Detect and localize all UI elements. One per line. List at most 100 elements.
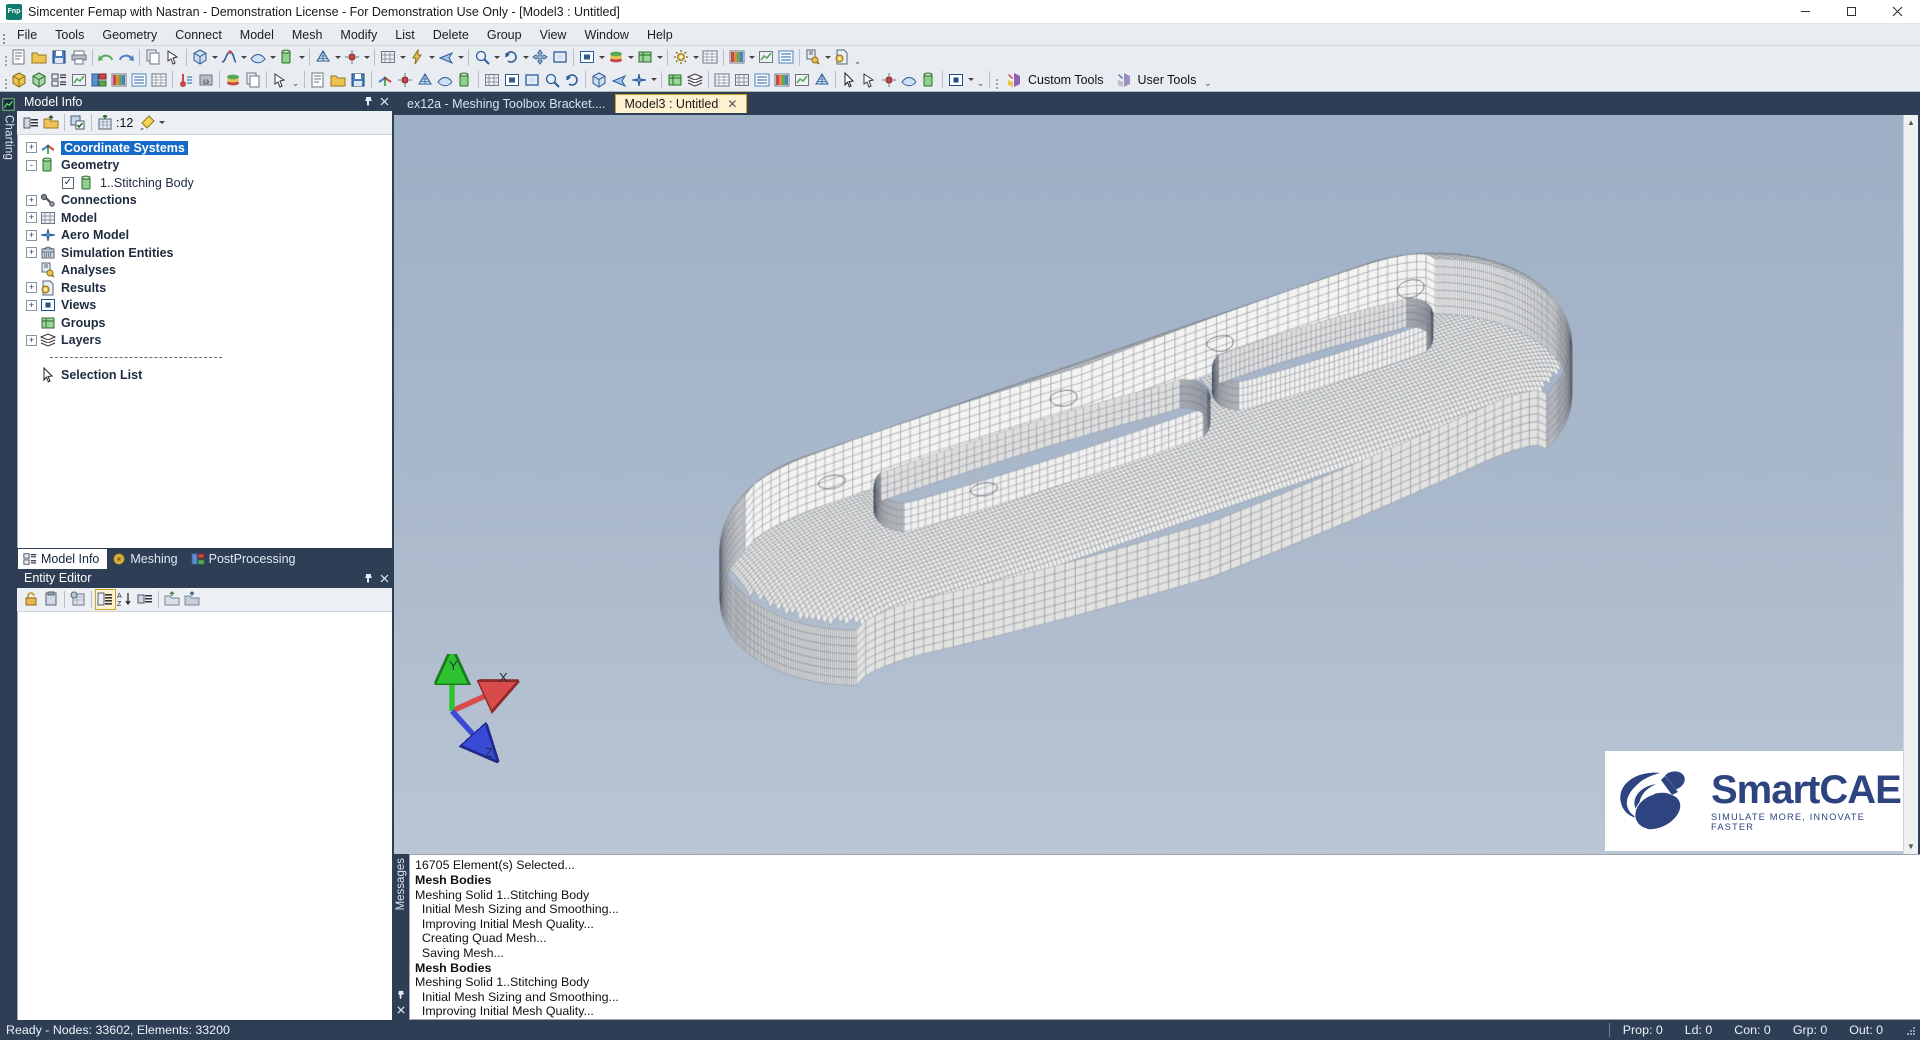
- dock-tab-model-info[interactable]: Model Info: [18, 548, 108, 569]
- tree-item-coordinate-systems[interactable]: + Coordinate Systems: [18, 139, 392, 157]
- model-grid-button[interactable]: [379, 48, 398, 67]
- pan-button[interactable]: [531, 48, 550, 67]
- surface-display-button[interactable]: [436, 70, 455, 89]
- menu-mesh[interactable]: Mesh: [283, 24, 332, 46]
- solid-button[interactable]: [278, 48, 297, 67]
- expand-icon[interactable]: +: [26, 142, 37, 154]
- maximize-button[interactable]: [1828, 0, 1874, 24]
- contour-button[interactable]: [728, 48, 747, 67]
- zoom-dropdown[interactable]: [492, 48, 501, 67]
- entity-count-button[interactable]: [96, 113, 115, 132]
- pin-button[interactable]: [396, 990, 406, 1003]
- options-button[interactable]: [672, 48, 691, 67]
- list-view-button[interactable]: [130, 70, 149, 89]
- view-manager-button[interactable]: [947, 70, 966, 89]
- sort-alphabetical-icon[interactable]: AZ: [116, 590, 135, 609]
- options-dropdown[interactable]: [691, 48, 700, 67]
- table-view-button[interactable]: [150, 70, 169, 89]
- meshing-toolbox-button[interactable]: [813, 70, 832, 89]
- close-icon[interactable]: ✕: [727, 97, 737, 111]
- new-model-button[interactable]: [10, 48, 29, 67]
- view-style-dropdown[interactable]: [597, 48, 606, 67]
- scroll-down-arrow[interactable]: ▼: [1904, 839, 1918, 855]
- mesh-model-canvas[interactable]: [394, 115, 1918, 855]
- layers-button[interactable]: [607, 48, 626, 67]
- rotate-dropdown[interactable]: [521, 48, 530, 67]
- group-visibility-button[interactable]: [666, 70, 685, 89]
- highlight-dropdown[interactable]: [157, 113, 166, 132]
- expand-icon[interactable]: +: [26, 194, 37, 206]
- categorized-view-icon[interactable]: [94, 588, 116, 610]
- pick-surface-button[interactable]: [900, 70, 919, 89]
- geometry-dropdown[interactable]: [210, 48, 219, 67]
- menu-tools[interactable]: Tools: [46, 24, 93, 46]
- collapse-icon[interactable]: -: [26, 159, 37, 171]
- viewport-vertical-scrollbar[interactable]: ▲ ▼: [1903, 115, 1918, 855]
- section-button[interactable]: [610, 70, 629, 89]
- messages-strip[interactable]: Messages: [392, 854, 409, 1020]
- resize-grip[interactable]: [1902, 1022, 1918, 1038]
- toolbar-grip[interactable]: [2, 71, 9, 89]
- analysis-dropdown[interactable]: [823, 48, 832, 67]
- menu-modify[interactable]: Modify: [331, 24, 386, 46]
- menu-group[interactable]: Group: [478, 24, 531, 46]
- tree-item-selection-list[interactable]: Selection List: [18, 367, 392, 385]
- document-tab-inactive-0[interactable]: ex12a - Meshing Toolbox Bracket....: [398, 94, 615, 113]
- aero-dropdown[interactable]: [649, 70, 658, 89]
- expand-icon[interactable]: +: [26, 282, 37, 294]
- tree-item-layers[interactable]: + Layers: [18, 332, 392, 350]
- toolbar-overflow-button[interactable]: ⌄: [290, 70, 301, 89]
- grid-toggle-button[interactable]: [483, 70, 502, 89]
- menu-help[interactable]: Help: [638, 24, 682, 46]
- export-icon[interactable]: [183, 590, 202, 609]
- highlight-button[interactable]: [138, 113, 157, 132]
- expand-icon[interactable]: +: [26, 212, 37, 224]
- toolbar-grip[interactable]: [993, 71, 1000, 89]
- close-icon[interactable]: [376, 570, 392, 586]
- refresh-table-icon[interactable]: [69, 590, 88, 609]
- expand-icon[interactable]: +: [26, 247, 37, 259]
- document-tab-active-1[interactable]: Model3 : Untitled ✕: [614, 94, 748, 113]
- duplicate-button[interactable]: [244, 70, 263, 89]
- layer-visibility-button[interactable]: [686, 70, 705, 89]
- list-tool-button[interactable]: [753, 70, 772, 89]
- graphics-viewport[interactable]: X Y Z SmartCAE SIMULATE MORE, INNOVATE F…: [394, 115, 1918, 855]
- contour-view-button[interactable]: [110, 70, 129, 89]
- tree-item-geometry[interactable]: - Geometry: [18, 157, 392, 175]
- constraint-dropdown[interactable]: [456, 48, 465, 67]
- menu-file[interactable]: File: [8, 24, 46, 46]
- layers-dropdown[interactable]: [626, 48, 635, 67]
- tree-item-1-stitching-body[interactable]: 1..Stitching Body: [18, 174, 392, 192]
- close-icon[interactable]: [376, 94, 392, 110]
- free-edge-button[interactable]: [590, 70, 609, 89]
- rotate-tool-button[interactable]: [563, 70, 582, 89]
- pin-button[interactable]: [360, 94, 376, 110]
- view-select-button[interactable]: [503, 70, 522, 89]
- undo-button[interactable]: [97, 48, 116, 67]
- analysis-button[interactable]: [804, 48, 823, 67]
- pick-node-button[interactable]: [880, 70, 899, 89]
- geometry-menu-button[interactable]: [191, 48, 210, 67]
- toolbar-grip[interactable]: [2, 48, 9, 66]
- show-hide-button[interactable]: [69, 113, 88, 132]
- toolbar-overflow-button[interactable]: ⌄: [975, 70, 986, 89]
- selector-button[interactable]: [271, 70, 290, 89]
- chart-button[interactable]: [757, 48, 776, 67]
- select-button[interactable]: [164, 48, 183, 67]
- render-solid-button[interactable]: [10, 70, 29, 89]
- save-model-button[interactable]: [50, 48, 69, 67]
- grid-tool-button[interactable]: [733, 70, 752, 89]
- curve-button[interactable]: [220, 48, 239, 67]
- dock-tab-postprocessing[interactable]: PostProcessing: [186, 549, 304, 569]
- close-icon[interactable]: [396, 1005, 406, 1018]
- coordinate-system-button[interactable]: [376, 70, 395, 89]
- model-info-view-button[interactable]: [50, 70, 69, 89]
- redo-button[interactable]: [117, 48, 136, 67]
- layer-stack-button[interactable]: [224, 70, 243, 89]
- menu-window[interactable]: Window: [575, 24, 637, 46]
- toolbar-overflow-button[interactable]: ⌄: [852, 48, 863, 67]
- print-button[interactable]: [70, 48, 89, 67]
- tree-item-aero-model[interactable]: + Aero Model: [18, 227, 392, 245]
- expand-icon[interactable]: +: [26, 334, 37, 346]
- visibility-checkbox[interactable]: [62, 176, 74, 189]
